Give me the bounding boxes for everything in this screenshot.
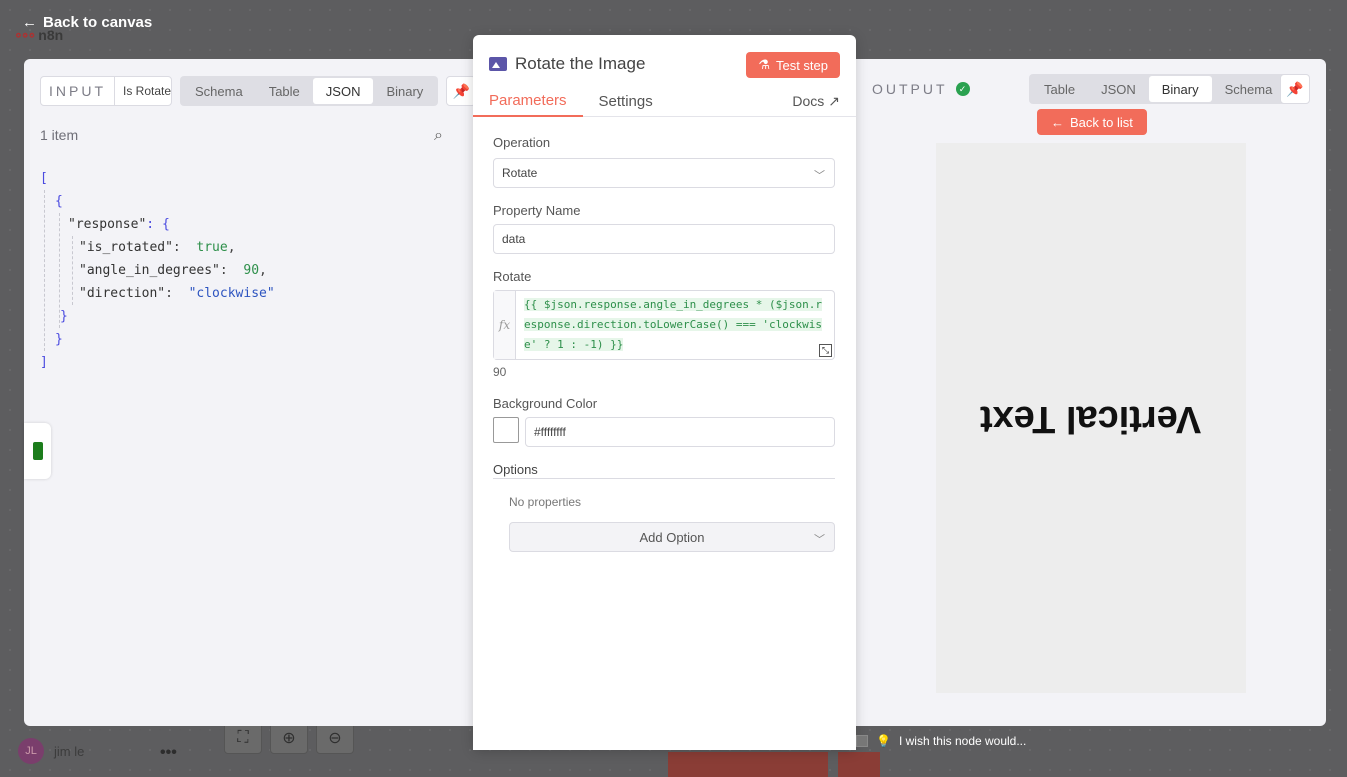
external-link-icon: ↗ (828, 93, 840, 109)
tab-table[interactable]: Table (256, 78, 313, 104)
input-node-value: Is Rotated? (123, 84, 171, 98)
tab-parameters[interactable]: Parameters (473, 85, 583, 117)
add-option-button[interactable]: Add Option ﹀ (509, 522, 835, 552)
property-name-label: Property Name (493, 203, 581, 218)
output-view-toggle: Table JSON Binary Schema (1029, 74, 1288, 104)
tab-settings[interactable]: Settings (583, 85, 669, 117)
flask-icon: ⚗ (758, 57, 770, 72)
expression-result: 90 (493, 365, 507, 379)
arrow-left-icon: ← (22, 14, 37, 31)
user-menu-icon[interactable]: ••• (160, 744, 177, 762)
user-name: jim le (54, 743, 85, 759)
expand-icon[interactable]: ⤡ (819, 344, 832, 357)
chevron-down-icon: ﹀ (814, 170, 825, 182)
operation-label: Operation (493, 135, 551, 150)
out-tab-json[interactable]: JSON (1088, 76, 1149, 102)
output-pin-icon[interactable]: 📌 (1280, 74, 1310, 104)
zoom-in-button[interactable]: ⊕ (270, 722, 308, 754)
back-to-canvas-button[interactable]: ← Back to canvas (22, 14, 152, 31)
color-swatch[interactable] (493, 417, 519, 443)
feedback-text: I wish this node would... (898, 734, 1027, 748)
preview-image-text: Vertical Text (980, 397, 1202, 440)
canvas-button-dimmed-2 (838, 752, 880, 777)
chevron-down-icon: ﹀ (814, 534, 825, 546)
back-to-list-button[interactable]: ← Back to list (1037, 109, 1147, 135)
out-tab-table[interactable]: Table (1031, 76, 1088, 102)
rotate-label: Rotate (493, 269, 532, 284)
test-step-button[interactable]: ⚗ Test step (746, 52, 840, 78)
operation-select[interactable]: Rotate ﹀ (493, 158, 835, 188)
binary-preview: Vertical Text (936, 143, 1246, 693)
parameters-body: Operation Rotate ﹀ Property Name data Ro… (473, 118, 856, 750)
canvas-button-dimmed (668, 752, 828, 777)
input-view-toggle: Schema Table JSON Binary (180, 76, 439, 106)
tab-binary[interactable]: Binary (373, 78, 436, 104)
background-color-label: Background Color (493, 396, 598, 411)
tab-json[interactable]: JSON (312, 78, 374, 104)
json-view: [ { "response": { "is_rotated": true, "a… (40, 171, 275, 370)
lightbulb-icon: 💡 (876, 734, 891, 748)
background-color-row: #ffffffff (493, 417, 835, 447)
items-count: 1 item (40, 127, 79, 143)
rotate-expression-editor[interactable]: fx {{ $json.response.angle_in_degrees * … (493, 290, 835, 360)
background-color-input[interactable]: #ffffffff (525, 417, 835, 447)
output-header: OUTPUT ✓ (872, 81, 970, 97)
fit-view-button[interactable]: ⛶ (224, 722, 262, 754)
property-name-input[interactable]: data (493, 224, 835, 254)
feedback-bar[interactable]: 💡 I wish this node would... (856, 728, 1026, 754)
canvas-node-edge (1326, 400, 1347, 540)
docs-link[interactable]: Docs ↗ (792, 93, 840, 110)
avatar: JL (18, 738, 44, 764)
search-icon[interactable]: ⌕ (434, 127, 443, 145)
arrow-left-icon: ← (1051, 114, 1064, 130)
out-tab-schema[interactable]: Schema (1212, 76, 1286, 102)
fx-icon: fx (494, 291, 516, 359)
image-icon (489, 57, 507, 71)
output-label: OUTPUT (872, 81, 948, 97)
node-title: Rotate the Image (489, 54, 645, 74)
feedback-box-icon (856, 735, 868, 747)
zoom-out-button[interactable]: ⊖ (316, 722, 354, 754)
input-node-select[interactable]: INPUT Is Rotated? (40, 76, 172, 106)
left-drag-tab[interactable] (24, 423, 51, 479)
options-title: Options (493, 462, 835, 479)
canvas-zoom-controls: ⛶ ⊕ ⊖ (224, 722, 354, 754)
tab-schema[interactable]: Schema (182, 78, 256, 104)
success-check-icon: ✓ (955, 82, 970, 96)
node-icon (32, 442, 43, 460)
input-label: INPUT (41, 77, 115, 105)
out-tab-binary[interactable]: Binary (1148, 76, 1212, 102)
pin-icon[interactable]: 📌 (446, 76, 477, 106)
node-parameters-panel: Rotate the Image ⚗ Test step Parameters … (473, 35, 856, 750)
input-header: INPUT Is Rotated? Schema Table JSON Bina… (40, 76, 477, 106)
expression-code: {{ $json.response.angle_in_degrees * ($j… (524, 298, 823, 351)
no-properties-text: No properties (509, 495, 582, 509)
user-profile[interactable]: JL jim le (18, 738, 84, 764)
